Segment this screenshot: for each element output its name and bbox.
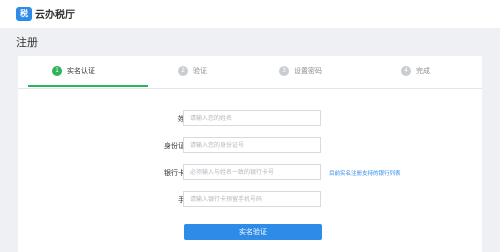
step-label: 验证 (193, 67, 207, 75)
step-number-icon: 2 (178, 66, 188, 76)
step-number-icon: 1 (52, 66, 62, 76)
phone-input[interactable] (183, 191, 321, 207)
step-set-password: 3 设置密码 (279, 66, 322, 76)
bank-card-input[interactable] (183, 164, 321, 180)
step-complete: 4 完成 (401, 66, 430, 76)
step-verify: 2 验证 (178, 66, 207, 76)
step-number-icon: 4 (401, 66, 411, 76)
active-step-underline (28, 85, 148, 87)
step-number-icon: 3 (279, 66, 289, 76)
supported-banks-link[interactable]: 目前实名注册支持的银行列表 (329, 169, 401, 177)
form-row-id-number: 身份证号： (18, 137, 482, 155)
step-progress: 1 实名认证 2 验证 3 设置密码 4 完成 (18, 56, 482, 89)
page-title: 注册 (16, 36, 38, 49)
registration-card: 1 实名认证 2 验证 3 设置密码 4 完成 姓名： 身份证号： 银行卡号： … (18, 56, 482, 252)
step-real-name: 1 实名认证 (52, 66, 95, 76)
app-logo[interactable]: 税 云办税厅 (16, 6, 75, 21)
real-name-verify-button[interactable]: 实名验证 (184, 224, 322, 240)
id-number-input[interactable] (183, 137, 321, 153)
app-name: 云办税厅 (35, 10, 75, 21)
top-bar: 税 云办税厅 (0, 0, 500, 28)
tax-hall-logo-icon: 税 (16, 6, 32, 21)
step-label: 设置密码 (294, 67, 322, 75)
name-input[interactable] (183, 110, 321, 126)
form-row-phone: 手机： (18, 191, 482, 209)
step-label: 完成 (416, 67, 430, 75)
form-row-bank-card: 银行卡号： 目前实名注册支持的银行列表 (18, 164, 482, 182)
step-label: 实名认证 (67, 67, 95, 75)
form-row-name: 姓名： (18, 110, 482, 128)
